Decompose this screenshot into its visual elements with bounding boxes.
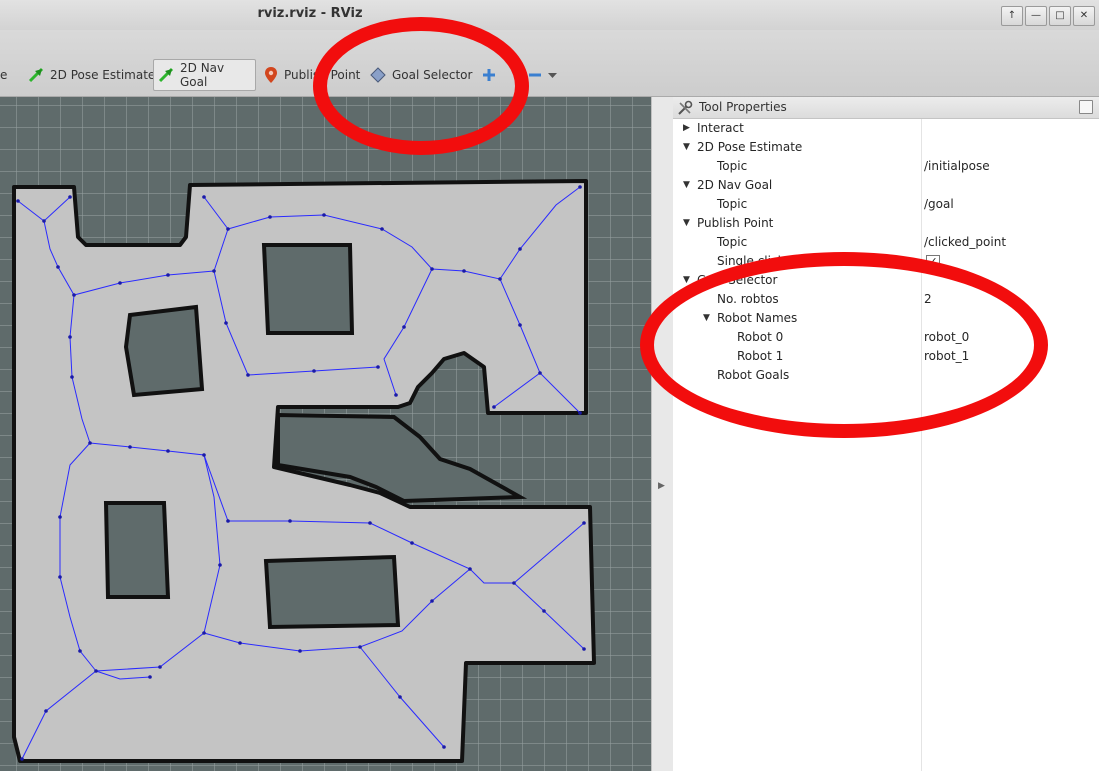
- property-value[interactable]: robot_1: [924, 347, 969, 366]
- property-value[interactable]: /goal: [924, 195, 954, 214]
- property-row-topic[interactable]: Topic /initialpose: [673, 157, 1099, 176]
- property-value[interactable]: 2: [924, 290, 932, 309]
- collapse-arrow-icon[interactable]: ▼: [683, 271, 690, 290]
- diamond-icon: [370, 67, 386, 83]
- property-row-2d-pose-estimate[interactable]: ▼ 2D Pose Estimate: [673, 138, 1099, 157]
- collapse-arrow-icon[interactable]: ▼: [683, 176, 690, 195]
- close-button[interactable]: ✕: [1073, 6, 1095, 26]
- add-tool-button[interactable]: [478, 60, 500, 90]
- property-name: 2D Nav Goal: [697, 178, 773, 192]
- collapse-arrow-icon[interactable]: ▼: [683, 138, 690, 157]
- plus-icon: [482, 68, 496, 82]
- single-click-checkbox[interactable]: ✓: [926, 255, 940, 269]
- property-row-no-robtos[interactable]: No. robtos 2: [673, 290, 1099, 309]
- property-name: Robot Names: [717, 311, 798, 325]
- tool-label: Goal Selector: [392, 68, 473, 82]
- maximize-button[interactable]: □: [1049, 6, 1071, 26]
- tool-2d-nav-goal[interactable]: 2D Nav Goal: [153, 59, 256, 91]
- tools-toolbar: e 2D Pose Estimate 2D Nav Goal Publish P…: [0, 30, 1099, 97]
- green-arrow-icon: [158, 67, 174, 83]
- map-obstacle: [123, 304, 205, 398]
- property-name: Single click: [717, 254, 785, 268]
- property-row-robot-names[interactable]: ▼ Robot Names: [673, 309, 1099, 328]
- occupancy-map: [12, 179, 596, 763]
- property-row-2d-nav-goal[interactable]: ▼ 2D Nav Goal: [673, 176, 1099, 195]
- property-row-robot-1[interactable]: Robot 1 robot_1: [673, 347, 1099, 366]
- remove-tool-button[interactable]: [524, 60, 561, 90]
- minimize-button[interactable]: —: [1025, 6, 1047, 26]
- window-controls: ↑ — □ ✕: [1001, 6, 1095, 26]
- property-row-topic[interactable]: Topic /clicked_point: [673, 233, 1099, 252]
- tools-icon: [677, 100, 693, 119]
- property-name: Topic: [717, 197, 748, 211]
- tool-2d-pose-estimate[interactable]: 2D Pose Estimate: [24, 60, 159, 90]
- tool-publish-point[interactable]: Publish Point: [260, 60, 364, 90]
- property-name: Robot Goals: [717, 368, 790, 382]
- tool-label: 2D Nav Goal: [180, 61, 225, 89]
- collapse-arrow-icon[interactable]: ▼: [683, 214, 690, 233]
- property-name: Publish Point: [697, 216, 774, 230]
- minus-icon: [528, 68, 542, 82]
- map-obstacle: [263, 554, 401, 630]
- green-arrow-icon: [28, 67, 44, 83]
- property-row-single-click[interactable]: Single click ✓: [673, 252, 1099, 271]
- tool-label: Publish Point: [284, 68, 361, 82]
- property-row-robot-goals[interactable]: Robot Goals: [673, 366, 1099, 385]
- window-titlebar[interactable]: rviz.rviz - RViz ↑ — □ ✕: [0, 0, 1099, 30]
- property-name: 2D Pose Estimate: [697, 140, 803, 154]
- property-name: Interact: [697, 121, 744, 135]
- property-row-interact[interactable]: ▶ Interact: [673, 119, 1099, 138]
- collapse-arrow-icon[interactable]: ▶: [658, 481, 665, 491]
- property-name: Topic: [717, 235, 748, 249]
- keep-above-button[interactable]: ↑: [1001, 6, 1023, 26]
- property-row-goal-selector[interactable]: ▼ Goal Selector: [673, 271, 1099, 290]
- property-value[interactable]: /initialpose: [924, 157, 990, 176]
- map-obstacle: [261, 243, 355, 335]
- property-name: Robot 1: [737, 349, 784, 363]
- tool-properties-panel: Tool Properties ▶ Interact ▼ 2D Pose Est…: [673, 97, 1099, 771]
- map-pin-icon: [264, 66, 278, 84]
- property-row-publish-point[interactable]: ▼ Publish Point: [673, 214, 1099, 233]
- render-viewport[interactable]: [0, 97, 651, 771]
- expand-arrow-icon[interactable]: ▶: [683, 119, 690, 138]
- property-name: Goal Selector: [697, 273, 778, 287]
- property-row-robot-0[interactable]: Robot 0 robot_0: [673, 328, 1099, 347]
- property-name: No. robtos: [717, 292, 779, 306]
- chevron-down-icon[interactable]: [548, 72, 557, 79]
- window-title: rviz.rviz - RViz: [257, 6, 363, 21]
- property-value[interactable]: /clicked_point: [924, 233, 1006, 252]
- tool-label: 2D Pose Estimate: [50, 68, 156, 82]
- collapse-arrow-icon[interactable]: ▼: [703, 309, 710, 328]
- property-name: Robot 0: [737, 330, 784, 344]
- tool-cut-off-label[interactable]: e: [0, 60, 11, 90]
- property-row-topic[interactable]: Topic /goal: [673, 195, 1099, 214]
- panel-header[interactable]: Tool Properties: [673, 97, 1099, 119]
- map-obstacle: [103, 501, 171, 599]
- property-name: Topic: [717, 159, 748, 173]
- tool-goal-selector[interactable]: Goal Selector: [366, 60, 476, 90]
- float-panel-button[interactable]: [1079, 100, 1093, 114]
- property-value[interactable]: robot_0: [924, 328, 969, 347]
- panel-title: Tool Properties: [699, 100, 787, 114]
- panel-splitter[interactable]: ▶: [651, 97, 674, 771]
